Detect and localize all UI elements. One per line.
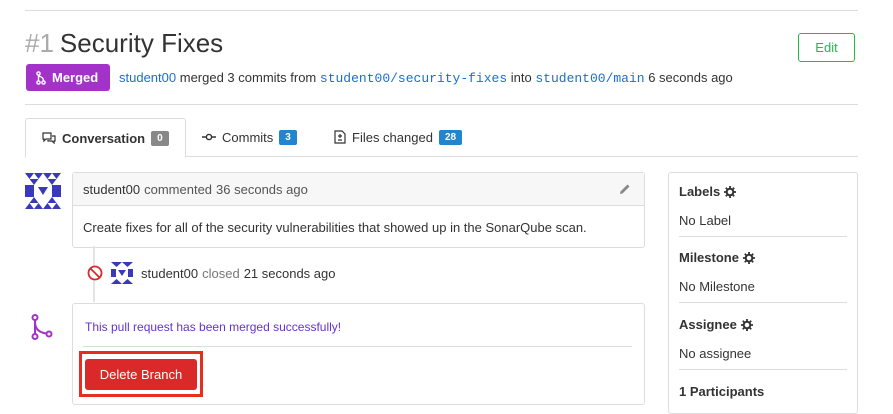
event-action: closed xyxy=(202,265,240,281)
assignee-section: Assignee No assignee xyxy=(679,317,847,361)
sidebar-divider xyxy=(679,369,847,370)
source-branch-link[interactable]: student00/security-fixes xyxy=(320,71,507,86)
merge-user-link[interactable]: student00 xyxy=(119,70,176,85)
merge-box-divider xyxy=(83,346,632,347)
target-branch-link[interactable]: student00/main xyxy=(535,71,644,86)
comment-time: 36 seconds ago xyxy=(216,181,308,197)
milestone-value: No Milestone xyxy=(679,279,755,294)
avatar[interactable] xyxy=(111,262,133,284)
git-merge-icon xyxy=(31,314,53,340)
labels-section: Labels No Label xyxy=(679,184,847,228)
tab-commits-label: Commits xyxy=(222,129,274,145)
milestone-title: Milestone xyxy=(679,250,739,265)
participants-section: 1 Participants xyxy=(679,384,847,399)
comment-icon xyxy=(42,132,56,144)
edit-button[interactable]: Edit xyxy=(798,33,855,62)
page-title: #1 Security Fixes xyxy=(25,28,223,59)
commit-icon xyxy=(202,133,216,141)
tab-files-changed-label: Files changed xyxy=(352,129,433,145)
labels-title: Labels xyxy=(679,184,721,199)
comment-box: student00 commented 36 seconds ago Creat… xyxy=(72,172,645,248)
comment-author[interactable]: student00 xyxy=(83,182,140,197)
tab-files-changed-count: 28 xyxy=(438,129,463,145)
gear-icon[interactable] xyxy=(742,251,755,264)
tab-commits[interactable]: Commits 3 xyxy=(202,118,297,156)
tab-conversation[interactable]: Conversation 0 xyxy=(25,118,186,158)
pr-number: #1 xyxy=(25,28,54,58)
comment-body: Create fixes for all of the security vul… xyxy=(83,220,587,235)
gear-icon[interactable] xyxy=(724,185,737,198)
assignee-value: No assignee xyxy=(679,346,752,361)
tab-commits-count: 3 xyxy=(279,129,297,145)
merge-success-message: This pull request has been merged succes… xyxy=(85,320,342,334)
pencil-icon[interactable] xyxy=(618,182,632,196)
labels-value: No Label xyxy=(679,213,732,228)
status-badge: Merged xyxy=(26,64,111,91)
merge-icon xyxy=(36,70,46,85)
comment-action: commented xyxy=(144,181,213,197)
merge-summary: student00 merged 3 commits from student0… xyxy=(119,70,733,86)
top-divider xyxy=(25,10,858,11)
sidebar-divider xyxy=(679,302,847,303)
tab-files-changed[interactable]: Files changed 28 xyxy=(334,118,463,156)
gear-icon[interactable] xyxy=(740,318,753,331)
participants-title: 1 Participants xyxy=(679,384,765,399)
header-divider xyxy=(25,104,858,105)
assignee-title: Assignee xyxy=(679,317,737,332)
sidebar-divider xyxy=(679,236,847,237)
milestone-section: Milestone No Milestone xyxy=(679,250,847,294)
pr-title: Security Fixes xyxy=(59,28,224,58)
tab-bar: Conversation 0 Commits 3 Files changed 2… xyxy=(25,118,858,158)
closed-event: student00 closed 21 seconds ago xyxy=(87,262,335,284)
tab-conversation-label: Conversation xyxy=(62,130,146,146)
sidebar: Labels No Label Milestone No Milestone A… xyxy=(668,172,858,414)
file-diff-icon xyxy=(334,130,346,144)
merge-text-into: into xyxy=(510,70,532,85)
tab-conversation-count: 0 xyxy=(151,130,169,146)
merge-text: merged 3 commits from xyxy=(179,70,317,85)
status-badge-label: Merged xyxy=(52,70,99,85)
avatar[interactable] xyxy=(25,173,61,209)
closed-icon xyxy=(87,265,103,281)
delete-branch-button[interactable]: Delete Branch xyxy=(85,359,197,390)
event-time: 21 seconds ago xyxy=(243,265,336,281)
comment-header: student00 commented 36 seconds ago xyxy=(73,173,644,206)
event-user[interactable]: student00 xyxy=(141,266,198,281)
merge-time: 6 seconds ago xyxy=(648,70,733,85)
